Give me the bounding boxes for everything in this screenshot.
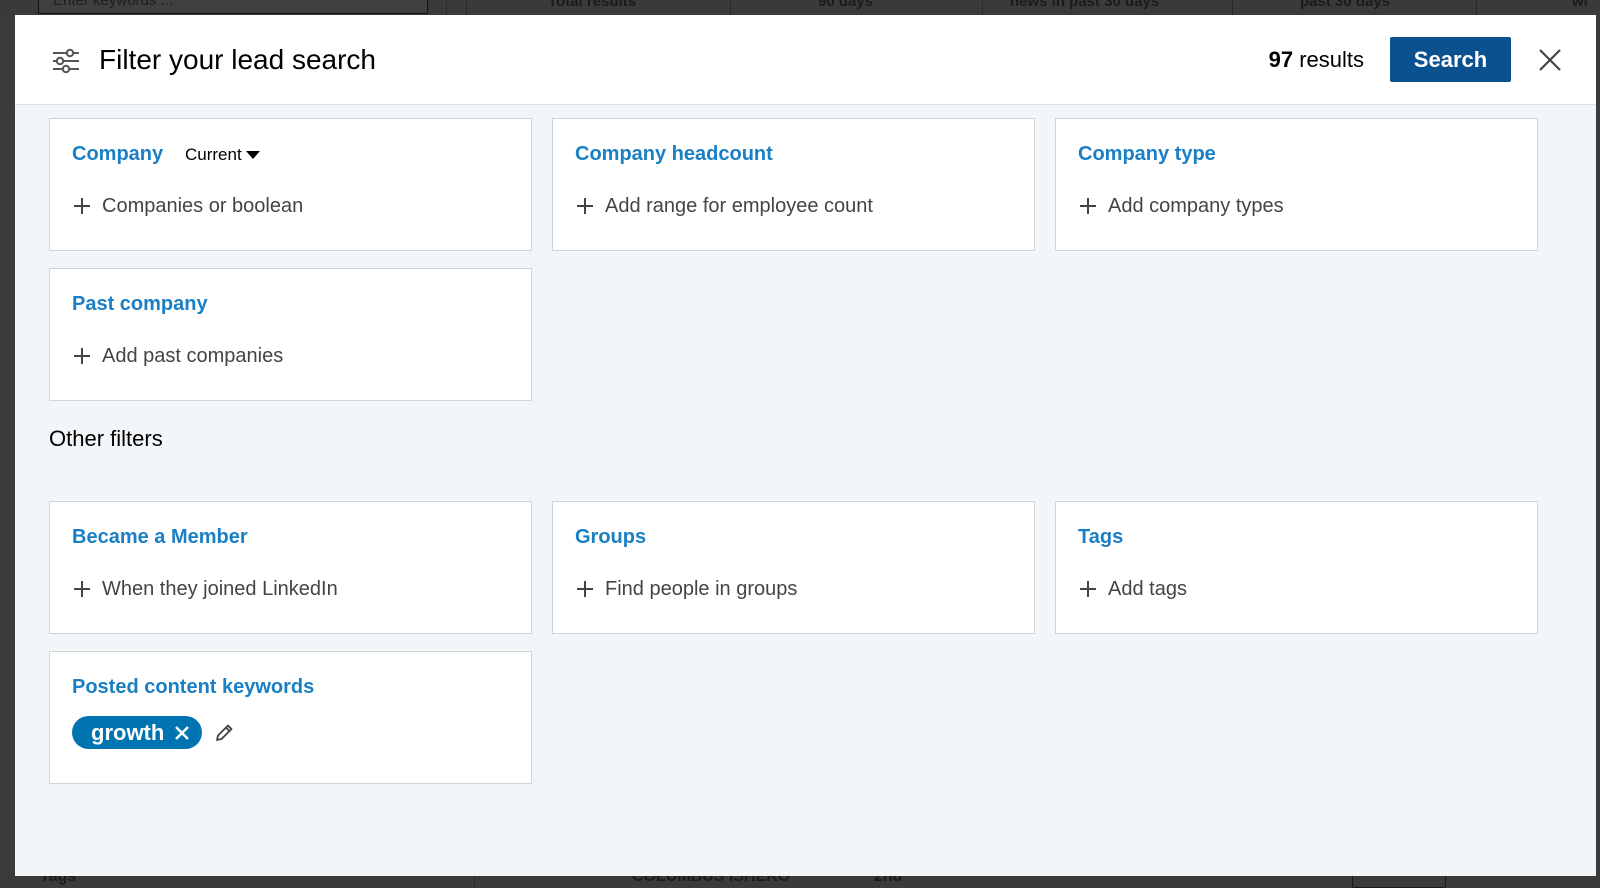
posted-keywords-filter-title[interactable]: Posted content keywords bbox=[72, 674, 314, 700]
sliders-icon bbox=[53, 48, 79, 74]
background-column-header: past 30 days bbox=[1300, 0, 1391, 10]
add-company-types-button[interactable]: Add company types bbox=[1078, 193, 1284, 219]
filter-card-groups: Groups Find people in groups bbox=[552, 501, 1035, 634]
background-column-header: wi bbox=[1572, 0, 1588, 10]
add-groups-button[interactable]: Find people in groups bbox=[575, 576, 797, 602]
background-column-header: 90 days bbox=[818, 0, 874, 10]
plus-icon bbox=[1080, 581, 1096, 597]
background-top-bar: Enter keywords ... Total results 90 days… bbox=[0, 0, 1600, 16]
add-past-companies-button[interactable]: Add past companies bbox=[72, 343, 283, 369]
modal-title: Filter your lead search bbox=[99, 44, 377, 75]
background-column-divider bbox=[474, 874, 475, 888]
filter-card-tags: Tags Add tags bbox=[1055, 501, 1538, 634]
results-number: 97 bbox=[1268, 47, 1294, 72]
add-groups-label: Find people in groups bbox=[605, 578, 798, 600]
background-column-divider bbox=[1232, 0, 1233, 16]
add-headcount-label: Add range for employee count bbox=[605, 195, 873, 217]
results-count: 97 results bbox=[1269, 45, 1364, 75]
filter-modal: Filter your lead search 97 results Searc… bbox=[15, 15, 1596, 876]
add-headcount-range-button[interactable]: Add range for employee count bbox=[575, 193, 873, 219]
add-company-label: Companies or boolean bbox=[102, 195, 304, 217]
plus-icon bbox=[577, 198, 593, 214]
background-bottom-bar: Tags COLUMBUS ISHERO 2nd bbox=[0, 874, 1600, 888]
add-company-button[interactable]: Companies or boolean bbox=[72, 193, 303, 219]
caret-down-icon bbox=[245, 151, 260, 159]
background-column-header: Total results bbox=[548, 0, 637, 10]
add-tags-label: Add tags bbox=[1108, 578, 1187, 600]
filter-card-company: Company Current Companies or boolean bbox=[49, 118, 532, 251]
filter-card-company-headcount: Company headcount Add range for employee… bbox=[552, 118, 1035, 251]
close-button[interactable] bbox=[1535, 45, 1565, 75]
add-company-types-label: Add company types bbox=[1108, 195, 1284, 217]
filter-card-past-company: Past company Add past companies bbox=[49, 268, 532, 401]
results-label: results bbox=[1299, 47, 1364, 72]
add-join-date-label: When they joined LinkedIn bbox=[102, 578, 338, 600]
company-type-filter-title[interactable]: Company type bbox=[1078, 141, 1216, 167]
tags-filter-title[interactable]: Tags bbox=[1078, 524, 1123, 550]
close-icon bbox=[1539, 49, 1561, 71]
plus-icon bbox=[577, 581, 593, 597]
add-tags-button[interactable]: Add tags bbox=[1078, 576, 1187, 602]
plus-icon bbox=[74, 348, 90, 364]
background-column-divider bbox=[1476, 0, 1477, 16]
company-headcount-filter-title[interactable]: Company headcount bbox=[575, 141, 773, 167]
background-column-divider bbox=[982, 0, 983, 16]
plus-icon bbox=[74, 198, 90, 214]
background-bottom-button bbox=[1352, 874, 1446, 888]
search-button[interactable]: Search bbox=[1390, 37, 1511, 82]
filter-card-became-member: Became a Member When they joined LinkedI… bbox=[49, 501, 532, 634]
plus-icon bbox=[74, 581, 90, 597]
plus-icon bbox=[1080, 198, 1096, 214]
past-company-filter-title[interactable]: Past company bbox=[72, 291, 208, 317]
background-column-divider bbox=[466, 0, 467, 16]
pencil-icon[interactable] bbox=[213, 722, 235, 744]
keyword-pill-label: growth bbox=[91, 720, 165, 745]
background-column-header: news in past 30 days bbox=[1010, 0, 1160, 10]
background-keyword-input: Enter keywords ... bbox=[38, 0, 428, 14]
filter-card-company-type: Company type Add company types bbox=[1055, 118, 1538, 251]
company-scope-dropdown[interactable]: Current bbox=[185, 143, 260, 167]
background-column-divider bbox=[446, 0, 447, 16]
company-filter-title[interactable]: Company bbox=[72, 141, 163, 167]
company-scope-label: Current bbox=[185, 145, 242, 164]
became-member-filter-title[interactable]: Became a Member bbox=[72, 524, 248, 550]
groups-filter-title[interactable]: Groups bbox=[575, 524, 646, 550]
remove-keyword-icon[interactable] bbox=[174, 725, 190, 741]
add-join-date-button[interactable]: When they joined LinkedIn bbox=[72, 576, 338, 602]
filter-card-posted-content-keywords: Posted content keywords growth bbox=[49, 651, 532, 784]
add-past-companies-label: Add past companies bbox=[102, 345, 284, 367]
keyword-pill[interactable]: growth bbox=[72, 716, 203, 749]
keyword-row: growth bbox=[72, 716, 235, 749]
modal-header: Filter your lead search 97 results Searc… bbox=[15, 15, 1596, 105]
other-filters-heading: Other filters bbox=[49, 426, 163, 451]
background-column-divider bbox=[730, 0, 731, 16]
